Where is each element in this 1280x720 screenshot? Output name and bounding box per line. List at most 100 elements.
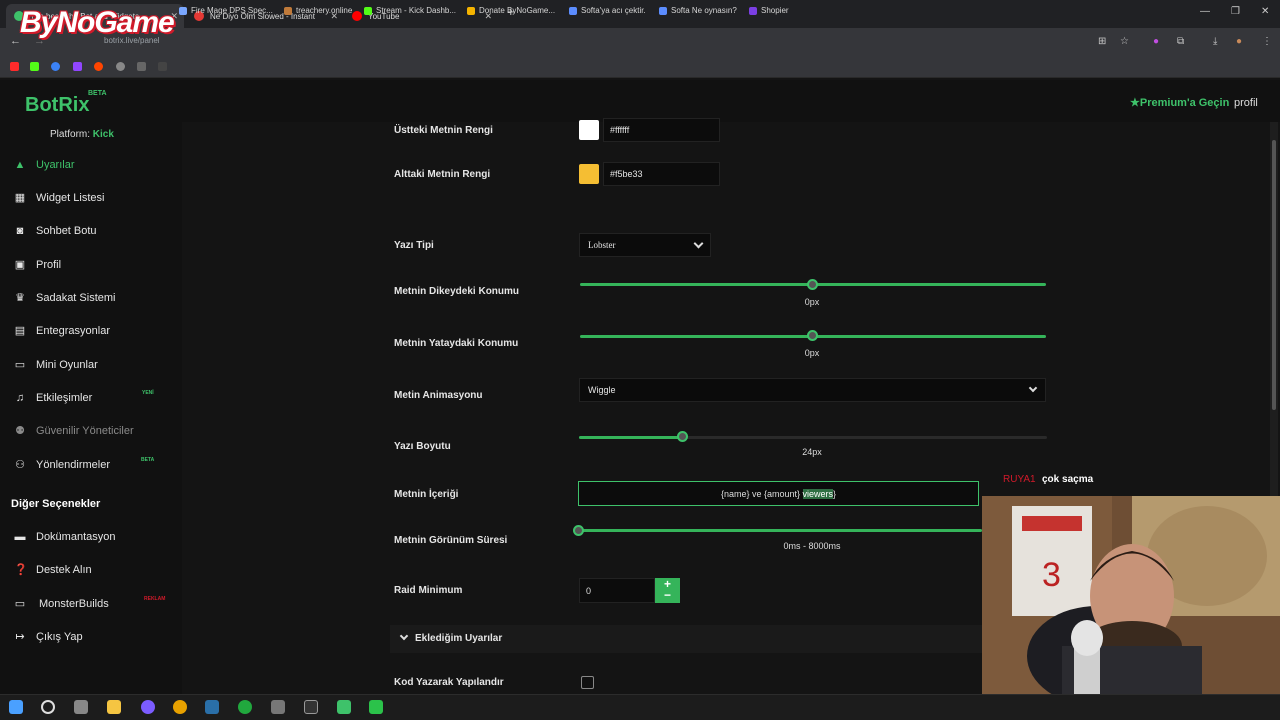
logout-icon: ↦: [15, 630, 25, 643]
text-animation-select[interactable]: Wiggle: [579, 378, 1046, 402]
sidebar-item-profile[interactable]: ▣ Profil: [14, 256, 61, 274]
scrollbar-thumb[interactable]: [1272, 140, 1276, 410]
bookmark-item[interactable]: Fire Mage DPS Spec...: [179, 6, 273, 15]
app-icon[interactable]: [271, 700, 285, 714]
steam-icon[interactable]: [205, 700, 219, 714]
bookmark-item[interactable]: Softa'ya acı çektir.: [569, 6, 646, 15]
bookmark-icon[interactable]: [51, 62, 60, 71]
minimize-icon[interactable]: —: [1200, 6, 1210, 17]
avatar[interactable]: ●: [1236, 36, 1242, 47]
bottom-text-color-label: Alttaki Metnin Rengi: [394, 169, 491, 180]
text-content-input[interactable]: {name} ve {amount} viewers}: [578, 481, 979, 506]
app-icon[interactable]: [369, 700, 383, 714]
beta-tag: BETA: [88, 90, 107, 97]
close-window-icon[interactable]: ✕: [1261, 6, 1269, 17]
minus-icon[interactable]: −: [664, 588, 671, 602]
vertical-slider-thumb[interactable]: [807, 279, 818, 290]
chrome-icon[interactable]: [173, 700, 187, 714]
document-icon: ▬: [14, 530, 26, 543]
bookmark-item[interactable]: Softa Ne oynasın?: [659, 6, 737, 15]
restore-icon[interactable]: ❐: [1231, 6, 1240, 17]
chat-message: çok saçma: [1042, 474, 1094, 485]
display-duration-slider[interactable]: [578, 529, 982, 532]
duration-slider-start-thumb[interactable]: [573, 525, 584, 536]
sidebar-item-monsterbuilds[interactable]: ▭ MonsterBuilds: [14, 595, 109, 613]
warning-icon: ▲: [14, 158, 26, 171]
sidebar-item-interactions[interactable]: ♫ Etkileşimler: [14, 389, 92, 407]
music-note-icon: ♫: [15, 391, 25, 404]
raid-stepper[interactable]: + −: [655, 578, 680, 603]
sidebar-item-redirects[interactable]: ⚇ Yönlendirmeler: [14, 456, 110, 474]
raid-minimum-label: Raid Minimum: [394, 585, 463, 596]
vertical-position-value: 0px: [804, 297, 820, 307]
grid-icon: ▦: [14, 191, 26, 204]
sidebar-item-logout[interactable]: ↦ Çıkış Yap: [14, 628, 82, 646]
kick-app-icon[interactable]: [337, 700, 351, 714]
users-icon: ⚉: [15, 424, 25, 437]
bottom-color-swatch[interactable]: [579, 164, 599, 184]
bookmark-item[interactable]: treachery.online: [284, 6, 352, 15]
horizontal-slider-thumb[interactable]: [807, 330, 818, 341]
search-icon[interactable]: [41, 700, 55, 714]
sidebar-item-alerts[interactable]: ▲ Uyarılar: [14, 156, 75, 174]
bookmark-item[interactable]: Shopier: [749, 6, 789, 15]
font-select[interactable]: Lobster: [579, 233, 711, 257]
kick-bookmark-icon[interactable]: [30, 62, 39, 71]
windows-start-icon[interactable]: [9, 700, 23, 714]
monitor-icon: ▭: [14, 597, 26, 610]
messenger-icon[interactable]: [141, 700, 155, 714]
ad-badge: REKLAM: [144, 596, 166, 602]
sidebar-item-chatbot[interactable]: ◙ Sohbet Botu: [14, 222, 97, 240]
sidebar-item-loyalty[interactable]: ♛ Sadakat Sistemi: [14, 289, 115, 307]
bookmark-icon[interactable]: [158, 62, 167, 71]
top-color-input[interactable]: #ffffff: [603, 118, 720, 142]
task-view-icon[interactable]: [74, 700, 88, 714]
botrix-logo[interactable]: BotRix: [25, 94, 89, 117]
display-duration-label: Metnin Görünüm Süresi: [394, 535, 508, 546]
bookmark-star-icon[interactable]: ☆: [1120, 36, 1129, 47]
gamepad-icon: ▭: [14, 358, 26, 371]
premium-button[interactable]: ★Premium'a Geçin: [1130, 96, 1229, 109]
profile-link[interactable]: profil: [1234, 97, 1258, 109]
file-explorer-icon[interactable]: [107, 700, 121, 714]
menu-kebab-icon[interactable]: ⋮: [1262, 36, 1272, 47]
configure-with-code-checkbox[interactable]: [581, 676, 594, 689]
sidebar-item-minigames[interactable]: ▭ Mini Oyunlar: [14, 356, 98, 374]
sidebar-item-widgets[interactable]: ▦ Widget Listesi: [14, 189, 105, 207]
raid-minimum-input[interactable]: 0: [579, 578, 655, 603]
bookmark-item[interactable]: Donate ByNoGame...: [467, 6, 555, 15]
reddit-bookmark-icon[interactable]: [94, 62, 103, 71]
sidebar-item-support[interactable]: ❓ Destek Alın: [14, 561, 92, 579]
app-icon[interactable]: [304, 700, 318, 714]
windows-taskbar: [0, 694, 1280, 720]
webcam-feed: 3: [982, 496, 1280, 694]
other-options-heading: Diğer Seçenekler: [11, 498, 101, 510]
sidebar-item-integrations[interactable]: ▤ Entegrasyonlar: [14, 322, 110, 340]
bookmark-icon[interactable]: [116, 62, 125, 71]
horizontal-position-value: 0px: [804, 348, 820, 358]
text-content-label: Metnin İçeriği: [394, 489, 459, 500]
question-icon: ❓: [14, 563, 28, 576]
configure-with-code-label: Kod Yazarak Yapılandır: [394, 677, 504, 688]
bookmark-item[interactable]: Stream - Kick Dashb...: [364, 6, 456, 15]
font-size-value: 24px: [802, 447, 822, 457]
bottom-color-input[interactable]: #f5be33: [603, 162, 720, 186]
font-label: Yazı Tipi: [394, 240, 434, 251]
my-alerts-label[interactable]: Eklediğim Uyarılar: [415, 633, 502, 644]
download-icon[interactable]: ⤓: [1213, 36, 1217, 47]
display-duration-value: 0ms - 8000ms: [783, 541, 841, 551]
twitch-bookmark-icon[interactable]: [73, 62, 82, 71]
extension-icon[interactable]: ●: [1153, 36, 1159, 47]
bookmark-icon[interactable]: [137, 62, 146, 71]
font-size-slider-fill: [579, 436, 682, 439]
translate-icon[interactable]: ⊞: [1098, 36, 1106, 47]
youtube-bookmark-icon[interactable]: [10, 62, 19, 71]
sidebar-item-docs[interactable]: ▬ Dokümantasyon: [14, 528, 116, 546]
sidebar-item-trusted-managers[interactable]: ⚉ Güvenilir Yöneticiler: [14, 422, 134, 440]
font-size-slider-thumb[interactable]: [677, 431, 688, 442]
extensions-puzzle-icon[interactable]: ⧉: [1177, 36, 1184, 47]
address-bar: ← →: [0, 28, 1280, 56]
top-color-swatch[interactable]: [579, 120, 599, 140]
xbox-icon[interactable]: [238, 700, 252, 714]
trophy-icon: ♛: [15, 291, 25, 304]
